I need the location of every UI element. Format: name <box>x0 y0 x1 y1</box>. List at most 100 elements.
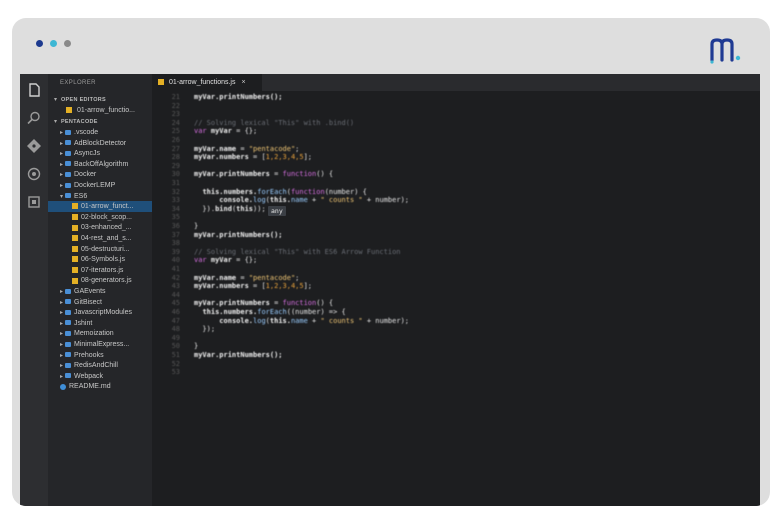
code-token: function <box>282 299 317 308</box>
tree-item-label: Prehooks <box>74 351 104 359</box>
code-line: 33 console.log(this.name + " counts " + … <box>152 196 409 205</box>
line-number: 28 <box>171 153 180 162</box>
code-token: myVar <box>210 256 232 265</box>
code-token: = [ <box>248 282 266 291</box>
code-token: console. <box>219 196 254 205</box>
tree-item-label: Docker <box>74 171 97 179</box>
code-line: 43 myVar.numbers = [1,2,3,4,5]; <box>152 282 312 291</box>
folder-icon <box>65 341 71 347</box>
extensions-icon[interactable] <box>26 194 42 210</box>
line-number: 43 <box>171 282 180 291</box>
tree-item-label: 03-enhanced_... <box>81 224 132 232</box>
js-file-icon <box>66 107 72 114</box>
tree-folder[interactable]: ▸ Webpack <box>48 371 164 382</box>
tree-folder[interactable]: ▸ GitBisect <box>48 297 164 308</box>
tree-item-label: Jshint <box>74 319 93 327</box>
code-token: ; <box>295 144 300 153</box>
code-token: " counts " <box>320 316 363 325</box>
tree-folder[interactable]: ▸ Docker <box>48 169 164 180</box>
tree-file[interactable]: README.md <box>48 381 164 392</box>
tree-item-label: .vscode <box>74 129 99 136</box>
code-token: console. <box>219 316 254 325</box>
code-token: " counts " <box>320 196 363 205</box>
tab-arrow-functions[interactable]: 01-arrow_functions.js × <box>152 74 262 91</box>
code-token: this <box>236 204 254 213</box>
line-number: 52 <box>171 359 180 368</box>
tree-folder[interactable]: ▸ JavascriptModules <box>48 307 164 318</box>
line-number: 45 <box>171 299 180 308</box>
tree-folder[interactable]: ▸ AsyncJs <box>48 148 164 159</box>
js-file-icon <box>72 245 78 252</box>
window-dot-minimize[interactable] <box>50 40 57 47</box>
line-number: 35 <box>171 213 180 222</box>
code-token: = <box>236 273 249 282</box>
tree-folder[interactable]: ▸ AdBlockDetector <box>48 138 164 149</box>
code-line: 23 <box>152 110 194 119</box>
code-line: 24 // Solving lexical "This" with .bind() <box>152 118 355 128</box>
tree-folder[interactable]: ▾ ES6 <box>48 191 164 202</box>
tree-folder[interactable]: ▸ GAEvents <box>48 286 164 297</box>
code-token: // Solving lexical "This" with .bind() <box>194 118 355 127</box>
code-line: 27 myVar.name = "pentacode"; <box>152 144 300 154</box>
window-controls <box>36 40 71 47</box>
folder-icon <box>65 299 71 305</box>
code-token: )); <box>253 204 266 213</box>
search-icon[interactable] <box>26 110 42 126</box>
close-icon[interactable]: × <box>241 79 245 86</box>
code-token: + number); <box>362 196 409 205</box>
tree-item-label: 07-iterators.js <box>81 266 124 274</box>
code-token: } <box>194 222 199 230</box>
code-token: name <box>290 196 308 205</box>
line-number: 21 <box>171 93 180 101</box>
code-token: forEach <box>257 187 287 196</box>
tree-folder[interactable]: ▸ Jshint <box>48 318 164 329</box>
code-line: 50} <box>152 342 199 351</box>
tree-folder[interactable]: ▸ Memoization <box>48 328 164 339</box>
code-token: var <box>194 127 211 136</box>
source-control-icon[interactable] <box>26 138 42 154</box>
markdown-file-icon <box>60 383 66 390</box>
line-number: 33 <box>171 196 180 205</box>
folder-icon <box>65 309 71 315</box>
tree-folder[interactable]: ▸ .vscode <box>48 127 164 138</box>
tab-label: 01-arrow_functions.js <box>168 79 236 86</box>
debug-icon[interactable] <box>26 166 42 182</box>
code-line: 31 <box>152 179 194 188</box>
code-line: 36} <box>152 222 199 231</box>
browser-window-frame: EXPLORER ▾ OPEN EDITORS 01-arrow_functio… <box>12 18 770 506</box>
code-line: 42 myVar.name = "pentacode"; <box>152 273 300 283</box>
folder-icon <box>65 140 71 146</box>
code-line: 53 <box>152 368 194 377</box>
tree-item-label: DockerLEMP <box>74 182 116 189</box>
code-line: 34 }).bind(this)); <box>152 205 266 214</box>
files-icon[interactable] <box>26 82 42 98</box>
tree-folder[interactable]: ▸ DockerLEMP <box>48 180 164 191</box>
line-number: 53 <box>171 368 180 377</box>
window-dot-maximize[interactable] <box>64 40 71 47</box>
window-dot-close[interactable] <box>36 40 43 47</box>
tree-item-label: ES6 <box>74 192 88 200</box>
tree-folder[interactable]: ▸ RedisAndChill <box>48 360 164 371</box>
js-file-icon <box>72 256 78 263</box>
project-header[interactable]: ▾ PENTACODE <box>48 116 158 127</box>
code-token: var <box>194 256 211 265</box>
code-line: 41 <box>152 265 194 274</box>
folder-icon <box>65 320 71 326</box>
code-token: ((number) => { <box>286 308 346 316</box>
tree-folder[interactable]: ▸ BackOffAlgorithm <box>48 159 164 170</box>
open-editors-header[interactable]: ▾ OPEN EDITORS <box>48 94 158 105</box>
js-file-icon <box>72 266 78 273</box>
code-token: () { <box>316 299 334 308</box>
line-number: 49 <box>171 333 180 342</box>
tree-folder[interactable]: ▸ Prehooks <box>48 350 164 361</box>
code-token: + <box>307 316 321 325</box>
tree-item-label: RedisAndChill <box>74 362 118 370</box>
code-token: ; <box>295 273 300 282</box>
tree-folder[interactable]: ▸ MinimalExpress... <box>48 339 164 350</box>
line-number: 47 <box>171 316 180 325</box>
code-token: // Solving lexical "This" with ES6 Arrow… <box>194 247 401 256</box>
chevron-down-icon: ▾ <box>54 97 58 103</box>
line-number: 48 <box>171 325 180 334</box>
code-token: myVar.printNumbers(); <box>194 230 283 239</box>
line-number: 30 <box>171 170 180 179</box>
